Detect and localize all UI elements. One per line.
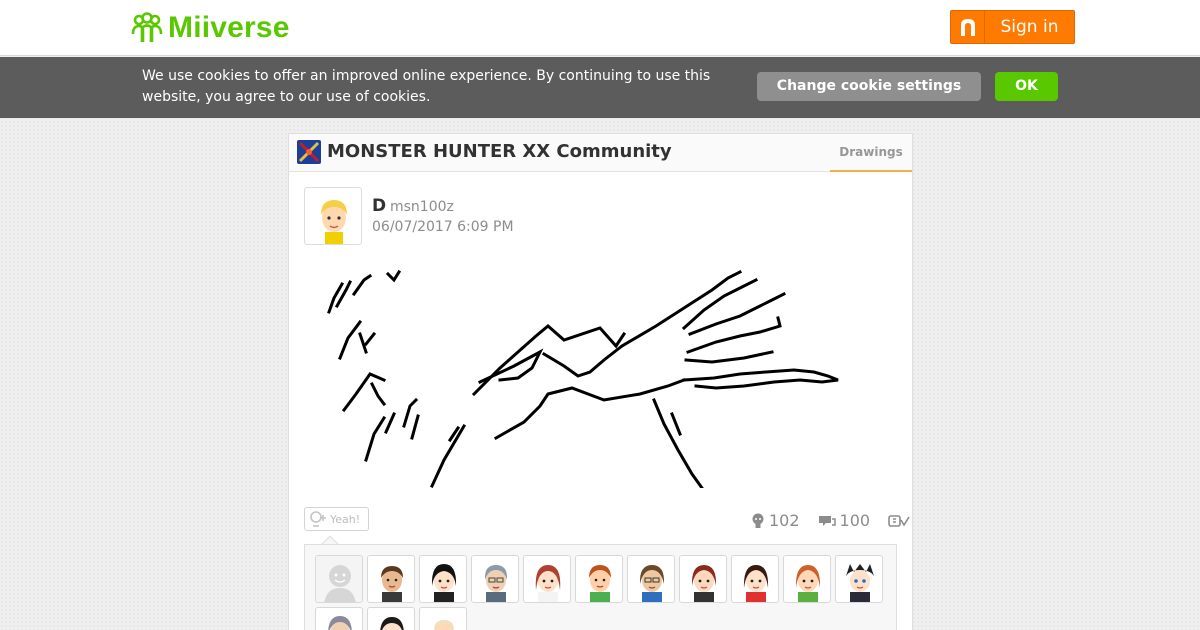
yeah-user-avatar[interactable] <box>679 555 727 603</box>
author-id: msn100z <box>390 199 454 215</box>
yeah-user-avatar[interactable] <box>731 555 779 603</box>
cookie-ok-button[interactable]: OK <box>995 72 1058 101</box>
yeah-user-avatar[interactable] <box>419 607 467 630</box>
yeah-user-avatar[interactable] <box>575 555 623 603</box>
yeah-user-avatar[interactable] <box>419 555 467 603</box>
yeah-user-avatar[interactable] <box>367 555 415 603</box>
sign-in-label: Sign in <box>1000 17 1059 37</box>
yeah-user-avatar[interactable] <box>367 607 415 630</box>
logo-text: Miiverse <box>168 11 290 44</box>
nintendo-network-icon <box>951 11 985 43</box>
post-stats: 102 100 <box>751 511 910 530</box>
post-timestamp[interactable]: 06/07/2017 6:09 PM <box>372 219 514 235</box>
yeah-user-avatar-placeholder[interactable] <box>315 555 363 603</box>
community-title[interactable]: MONSTER HUNTER XX Community <box>327 141 672 163</box>
yeah-count: 102 <box>769 511 800 530</box>
author-avatar[interactable] <box>304 187 362 245</box>
top-header: Miiverse Sign in <box>0 0 1200 56</box>
cookie-message: We use cookies to offer an improved onli… <box>142 68 711 105</box>
yeah-user-avatar[interactable] <box>835 555 883 603</box>
community-header: MONSTER HUNTER XX Community Drawings <box>289 134 912 172</box>
yeah-user-avatar[interactable] <box>315 607 363 630</box>
comment-icon <box>818 515 836 526</box>
tab-drawings[interactable]: Drawings <box>830 134 912 172</box>
yeah-button[interactable]: Yeah! <box>304 507 369 531</box>
yeah-user-avatar[interactable] <box>783 555 831 603</box>
sign-in-button[interactable]: Sign in <box>950 10 1075 44</box>
comment-count: 100 <box>839 511 871 530</box>
yeah-user-avatar[interactable] <box>523 555 571 603</box>
yeah-list <box>304 544 897 630</box>
yeah-icon <box>310 511 326 527</box>
yeah-user-avatar[interactable] <box>471 555 519 603</box>
game-icon[interactable] <box>297 140 321 164</box>
miiverse-logo[interactable]: Miiverse <box>130 11 290 45</box>
post-drawing[interactable] <box>304 254 898 488</box>
miiverse-logo-icon <box>131 12 163 42</box>
author-name[interactable]: D <box>372 196 386 216</box>
change-cookie-settings-button[interactable]: Change cookie settings <box>757 72 981 101</box>
spoiler-icon[interactable] <box>888 514 910 528</box>
yeah-count-icon <box>752 513 764 528</box>
yeah-label: Yeah! <box>330 512 361 526</box>
post-card: MONSTER HUNTER XX Community Drawings D m… <box>288 133 913 630</box>
yeah-user-avatar[interactable] <box>627 555 675 603</box>
